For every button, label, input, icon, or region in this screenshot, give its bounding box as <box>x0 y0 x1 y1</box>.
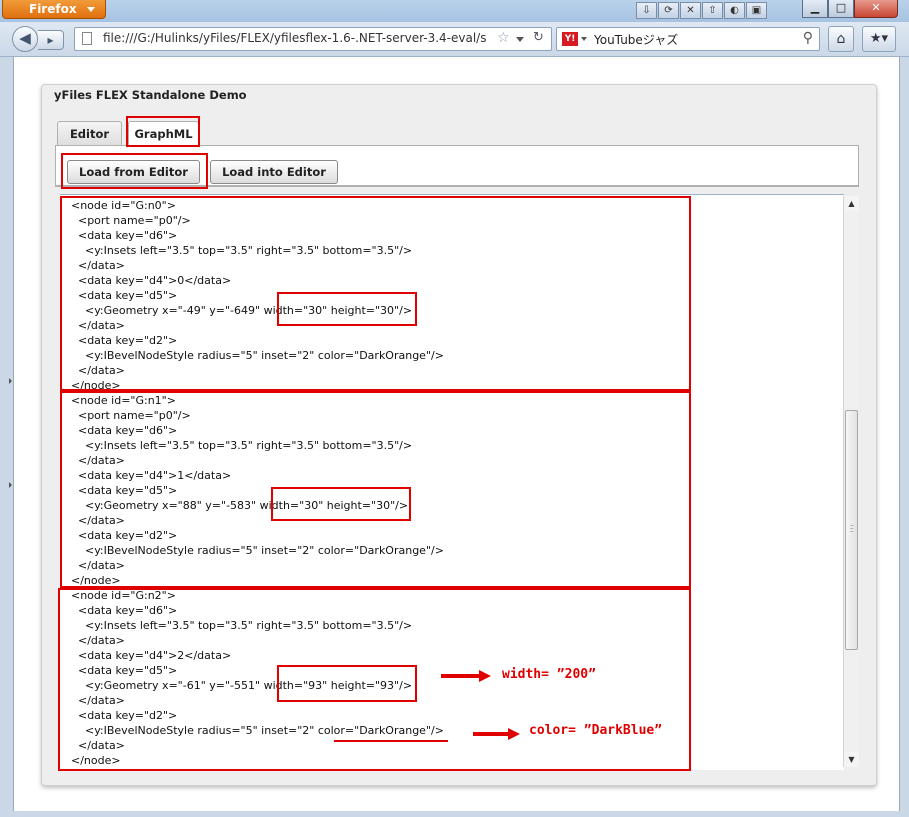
annotation-width-note: width= ”200” <box>502 667 596 682</box>
chevron-right-icon <box>9 482 12 488</box>
annotation-box-size-node-1 <box>271 487 411 521</box>
reload-icon[interactable]: ↻ <box>533 30 544 45</box>
annotation-arrow-width <box>441 674 481 678</box>
search-bar[interactable]: Y! YouTubeジャズ ⚲ <box>556 27 820 51</box>
scrollbar-thumb[interactable]: – – – <box>845 410 858 650</box>
annotation-box-graphml-tab <box>126 116 200 147</box>
back-button[interactable]: ◀ <box>12 26 38 52</box>
arrow-left-icon: ◀ <box>19 29 31 47</box>
bookmarks-menu-button[interactable]: ★▾ <box>862 26 896 52</box>
scroll-down-icon[interactable]: ▼ <box>844 752 859 767</box>
forward-button[interactable]: ▸ <box>38 30 64 50</box>
upload-icon[interactable]: ⇧ <box>702 2 723 19</box>
app-title: yFiles FLEX Standalone Demo <box>54 88 247 102</box>
bookmarks-icon: ★▾ <box>869 31 889 46</box>
bookmark-star-icon[interactable]: ☆ <box>497 30 510 46</box>
addon-icon[interactable]: ◐ <box>724 2 745 19</box>
chevron-right-icon <box>9 378 12 384</box>
minimize-button[interactable]: ▁ <box>802 0 828 18</box>
sync-icon[interactable]: ⟳ <box>658 2 679 19</box>
close-button[interactable]: ✕ <box>854 0 898 18</box>
toolbar-icons: ⇩ ⟳ ✕ ⇧ ◐ ▣ <box>636 2 767 19</box>
annotation-box-size-node-2 <box>277 665 417 702</box>
page-icon <box>82 32 92 45</box>
window-icon[interactable]: ▣ <box>746 2 767 19</box>
search-engine-icon[interactable]: Y! <box>562 32 578 46</box>
home-icon: ⌂ <box>836 31 846 47</box>
history-dropdown-icon[interactable] <box>516 37 524 42</box>
annotation-arrow-color <box>473 732 510 736</box>
navigation-toolbar: ◀ ▸ file:///G:/Hulinks/yFiles/FLEX/yfile… <box>0 22 909 57</box>
search-input[interactable]: YouTubeジャズ <box>594 31 678 48</box>
maximize-button[interactable]: □ <box>828 0 854 18</box>
home-button[interactable]: ⌂ <box>828 26 854 52</box>
grip-icon: – – – <box>850 521 854 535</box>
window-controls: ▁ □ ✕ <box>802 0 898 18</box>
textarea-scrollbar[interactable]: ▲ – – – ▼ <box>843 196 859 767</box>
tools-icon[interactable]: ✕ <box>680 2 701 19</box>
scroll-up-icon[interactable]: ▲ <box>844 196 859 211</box>
chevron-down-icon <box>87 7 95 12</box>
firefox-menu-button[interactable]: Firefox <box>2 0 106 19</box>
annotation-box-size-node-0 <box>277 292 417 326</box>
download-icon[interactable]: ⇩ <box>636 2 657 19</box>
arrow-right-icon <box>479 670 491 682</box>
url-text[interactable]: file:///G:/Hulinks/yFiles/FLEX/yfilesfle… <box>103 31 493 45</box>
address-bar[interactable]: file:///G:/Hulinks/yFiles/FLEX/yfilesfle… <box>74 27 552 51</box>
window-titlebar: Firefox ⇩ ⟳ ✕ ⇧ ◐ ▣ ▁ □ ✕ <box>0 0 909 22</box>
annotation-underline-color <box>334 740 448 742</box>
annotation-color-note: color= ”DarkBlue” <box>529 723 663 738</box>
arrow-right-icon: ▸ <box>47 33 54 47</box>
firefox-menu-label: Firefox <box>29 2 77 16</box>
annotation-box-load-button <box>61 153 208 189</box>
chevron-down-icon[interactable] <box>581 37 587 41</box>
load-into-editor-button[interactable]: Load into Editor <box>210 160 338 184</box>
arrow-right-icon <box>508 728 520 740</box>
tab-editor[interactable]: Editor <box>57 121 122 146</box>
search-icon[interactable]: ⚲ <box>803 30 813 46</box>
